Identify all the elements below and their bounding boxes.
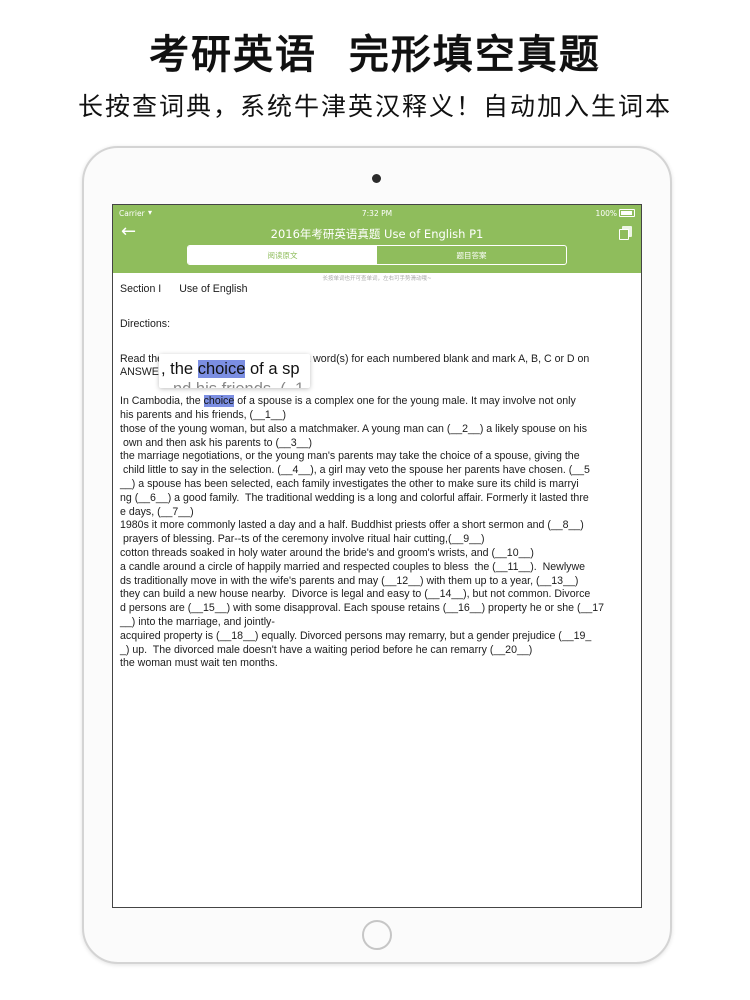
status-bar: Carrier ▾ 7:32 PM 100%	[113, 205, 641, 221]
battery-percentage: 100%	[595, 209, 617, 218]
article-body: his parents and his friends, (__1__) thos…	[120, 409, 634, 671]
text-line: __) into the marriage, and jointly-	[120, 615, 275, 628]
section-title: Use of English	[179, 283, 248, 295]
page-title: 2016年考研英语真题 Use of English P1	[270, 227, 484, 241]
app-screen: Carrier ▾ 7:32 PM 100% ← 2016年考研英语真题 Use…	[112, 204, 642, 908]
article-content[interactable]: Section I Use of English Directions: Read…	[120, 283, 634, 671]
text-line: e days, (__7__)	[120, 505, 194, 518]
magnifier-next-line: nd his friends, (_1	[173, 380, 304, 388]
section-heading: Section I Use of English	[120, 283, 634, 297]
magnifier-selected-word: choice	[197, 360, 246, 378]
promo-subtitle: 长按查词典，系统牛津英汉释义！自动加入生词本	[77, 92, 672, 121]
text-line: d persons are (__15__) with some disappr…	[120, 602, 605, 615]
copy-icon[interactable]	[619, 226, 632, 240]
app-header: Carrier ▾ 7:32 PM 100% ← 2016年考研英语真题 Use…	[113, 205, 641, 273]
magnifier-text: , the choice of a sp	[161, 360, 300, 378]
magnifier-loupe: , the choice of a sp nd his friends, (_1	[159, 354, 310, 388]
text-line: cotton threads soaked in holy water arou…	[120, 546, 534, 559]
text-line: prayers of blessing. Par--ts of the cere…	[120, 533, 485, 546]
text-line: the woman must wait ten months.	[120, 657, 278, 670]
tab-reading-text[interactable]: 阅读原文	[188, 246, 377, 264]
text-line: they can build a new house nearby. Divor…	[120, 588, 591, 601]
tab-bar: 阅读原文 题目答案	[187, 245, 567, 265]
home-button[interactable]	[362, 920, 392, 950]
status-time: 7:32 PM	[361, 209, 393, 218]
text-line: acquired property is (__18__) equally. D…	[120, 629, 592, 642]
directions-heading: Directions:	[120, 317, 171, 330]
text-line: ng (__6__) a good family. The traditiona…	[120, 491, 589, 504]
tab-answers[interactable]: 题目答案	[377, 246, 566, 264]
text-line: _) up. The divorced male doesn't have a …	[120, 643, 533, 656]
text-line: __) a spouse has been selected, each fam…	[120, 477, 579, 490]
text-line: the marriage negotiations, or the young …	[120, 450, 580, 463]
selected-word[interactable]: choice	[203, 395, 235, 408]
tablet-frame: Carrier ▾ 7:32 PM 100% ← 2016年考研英语真题 Use…	[82, 146, 672, 964]
text-line: those of the young woman, but also a mat…	[120, 422, 587, 435]
battery-icon	[619, 209, 635, 217]
section-number: Section I	[120, 283, 162, 295]
promo-title: 考研英语 完形填空真题	[149, 32, 601, 78]
text-line: 1980s it more commonly lasted a day and …	[120, 519, 584, 532]
text-line: his parents and his friends, (__1__)	[120, 408, 287, 421]
text-line: child little to say in the selection. (_…	[120, 464, 590, 477]
gesture-hint: 长按单词也开可查单词，左右可手势滑动哦~	[322, 276, 432, 282]
text-line: a candle around a circle of happily marr…	[120, 560, 586, 573]
text-line: ds traditionally move in with the wife's…	[120, 574, 579, 587]
text-line: own and then ask his parents to (__3__)	[120, 436, 312, 449]
text-line: In Cambodia, the choice of a spouse is a…	[120, 395, 576, 408]
camera-icon	[372, 174, 381, 183]
